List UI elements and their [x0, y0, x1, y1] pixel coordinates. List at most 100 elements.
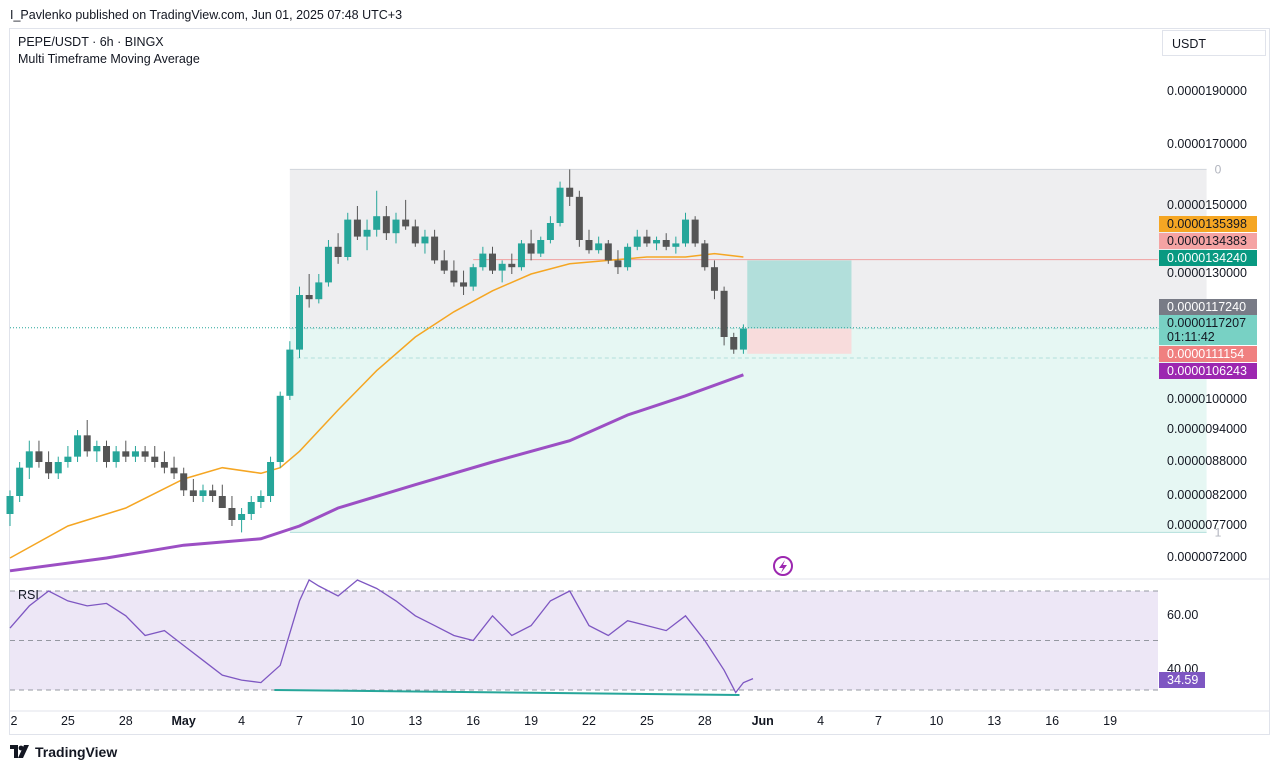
time-axis-label: 25	[639, 714, 654, 728]
time-axis-label: 4	[817, 714, 825, 728]
candle-body	[720, 290, 728, 337]
candle-body	[479, 253, 487, 268]
candle-body	[276, 395, 284, 462]
candle-body	[537, 240, 545, 254]
candle-body	[508, 263, 516, 268]
time-axis-label: 7	[875, 714, 882, 728]
indicator-title[interactable]: Multi Timeframe Moving Average	[18, 52, 200, 66]
candle-body	[614, 260, 622, 268]
candle-body	[209, 490, 217, 496]
divergence-line	[274, 689, 740, 696]
price-tag: 0.0000117240	[1159, 299, 1257, 315]
rsi-current-tag: 34.59	[1159, 671, 1205, 688]
candle-body	[83, 435, 91, 452]
candle-body	[112, 451, 120, 462]
symbol-title[interactable]: PEPE/USDT · 6h · BINGX	[18, 35, 164, 49]
candle-body	[151, 456, 159, 462]
price-tag: 0.0000111154	[1159, 346, 1257, 362]
currency-selector[interactable]: USDT	[1162, 30, 1266, 56]
candle-body	[218, 496, 226, 508]
candle-body	[682, 219, 689, 244]
price-tag: 0.0000106243	[1159, 363, 1257, 379]
time-axis-label: 16	[1045, 714, 1060, 728]
candle-body	[296, 295, 303, 350]
time-axis-label: 13	[408, 714, 423, 728]
candle-body	[103, 446, 110, 462]
candle-body	[556, 187, 564, 223]
candle-body	[431, 236, 439, 261]
price-axis-label: 0.0000077000	[1167, 518, 1247, 532]
price-tag: 0.0000134240	[1159, 250, 1257, 266]
candle-body	[131, 451, 139, 457]
tradingview-brand[interactable]: TradingView	[10, 744, 117, 760]
candle-body	[382, 216, 390, 234]
candle-body	[54, 462, 62, 474]
candle-body	[199, 490, 207, 496]
candle-body	[672, 243, 680, 247]
candle-body	[373, 216, 381, 230]
candle-body	[730, 337, 738, 350]
time-axis-label: 2	[10, 714, 18, 728]
candle-body	[324, 246, 332, 283]
candle-body	[595, 243, 603, 251]
flash-icon[interactable]	[773, 556, 793, 576]
candle-body	[392, 219, 400, 234]
candle-body	[315, 282, 323, 300]
target-zone	[747, 260, 852, 329]
chart-canvas[interactable]: 00.50.6181	[0, 0, 1280, 769]
price-axis-label: 0.0000072000	[1167, 550, 1247, 564]
stop-zone	[747, 328, 852, 354]
candle-body	[460, 282, 468, 287]
candle-body	[16, 467, 24, 496]
price-tag: 0.0000117207 01:11:42	[1159, 315, 1257, 345]
candle-body	[141, 451, 149, 457]
candle-body	[305, 295, 313, 300]
candle-body	[45, 462, 53, 474]
candle-body	[64, 456, 72, 462]
candle-body	[653, 240, 661, 244]
rsi-title[interactable]: RSI	[18, 588, 39, 602]
time-axis-label: 10	[350, 714, 365, 728]
fib-zone-lower	[289, 328, 1207, 533]
candle-body	[93, 446, 101, 452]
candle-body	[566, 187, 574, 197]
price-axis-label: 0.0000094000	[1167, 422, 1247, 436]
time-axis-label: 28	[118, 714, 133, 728]
candle-body	[585, 240, 593, 251]
candle-body	[710, 267, 718, 291]
price-tag: 0.0000135398	[1159, 216, 1257, 232]
time-axis-label: 10	[929, 714, 944, 728]
candle-body	[247, 502, 255, 514]
candle-body	[662, 240, 670, 247]
candle-body	[344, 219, 352, 257]
candle-body	[489, 253, 496, 271]
candle-body	[6, 496, 14, 514]
candle-body	[633, 236, 641, 247]
price-tag-value: 0.0000117207	[1167, 316, 1247, 330]
candle-body	[267, 462, 275, 496]
time-axis-label: 28	[697, 714, 712, 728]
candle-body	[604, 243, 612, 261]
candle-body	[257, 496, 265, 502]
candle-body	[353, 219, 361, 237]
candle-body	[180, 473, 188, 491]
candle-body	[575, 196, 583, 240]
candle-body	[411, 226, 419, 244]
time-axis-label: 16	[466, 714, 481, 728]
price-axis-label: 0.0000082000	[1167, 488, 1247, 502]
price-axis-label: 0.0000150000	[1167, 198, 1247, 212]
brand-name: TradingView	[35, 744, 118, 760]
candle-body	[334, 246, 342, 257]
candle-body	[286, 349, 294, 396]
price-axis-label: 0.0000100000	[1167, 392, 1247, 406]
time-axis-label: 13	[987, 714, 1002, 728]
long-position-tool[interactable]	[747, 260, 852, 354]
candle-body	[440, 260, 448, 271]
price-axis-label: 0.0000088000	[1167, 454, 1247, 468]
candle-body	[170, 467, 178, 474]
candle-body	[363, 229, 371, 237]
candle-body	[189, 490, 197, 496]
candle-body	[402, 219, 410, 227]
candle-body	[160, 462, 168, 468]
rsi-pane	[9, 578, 1270, 712]
